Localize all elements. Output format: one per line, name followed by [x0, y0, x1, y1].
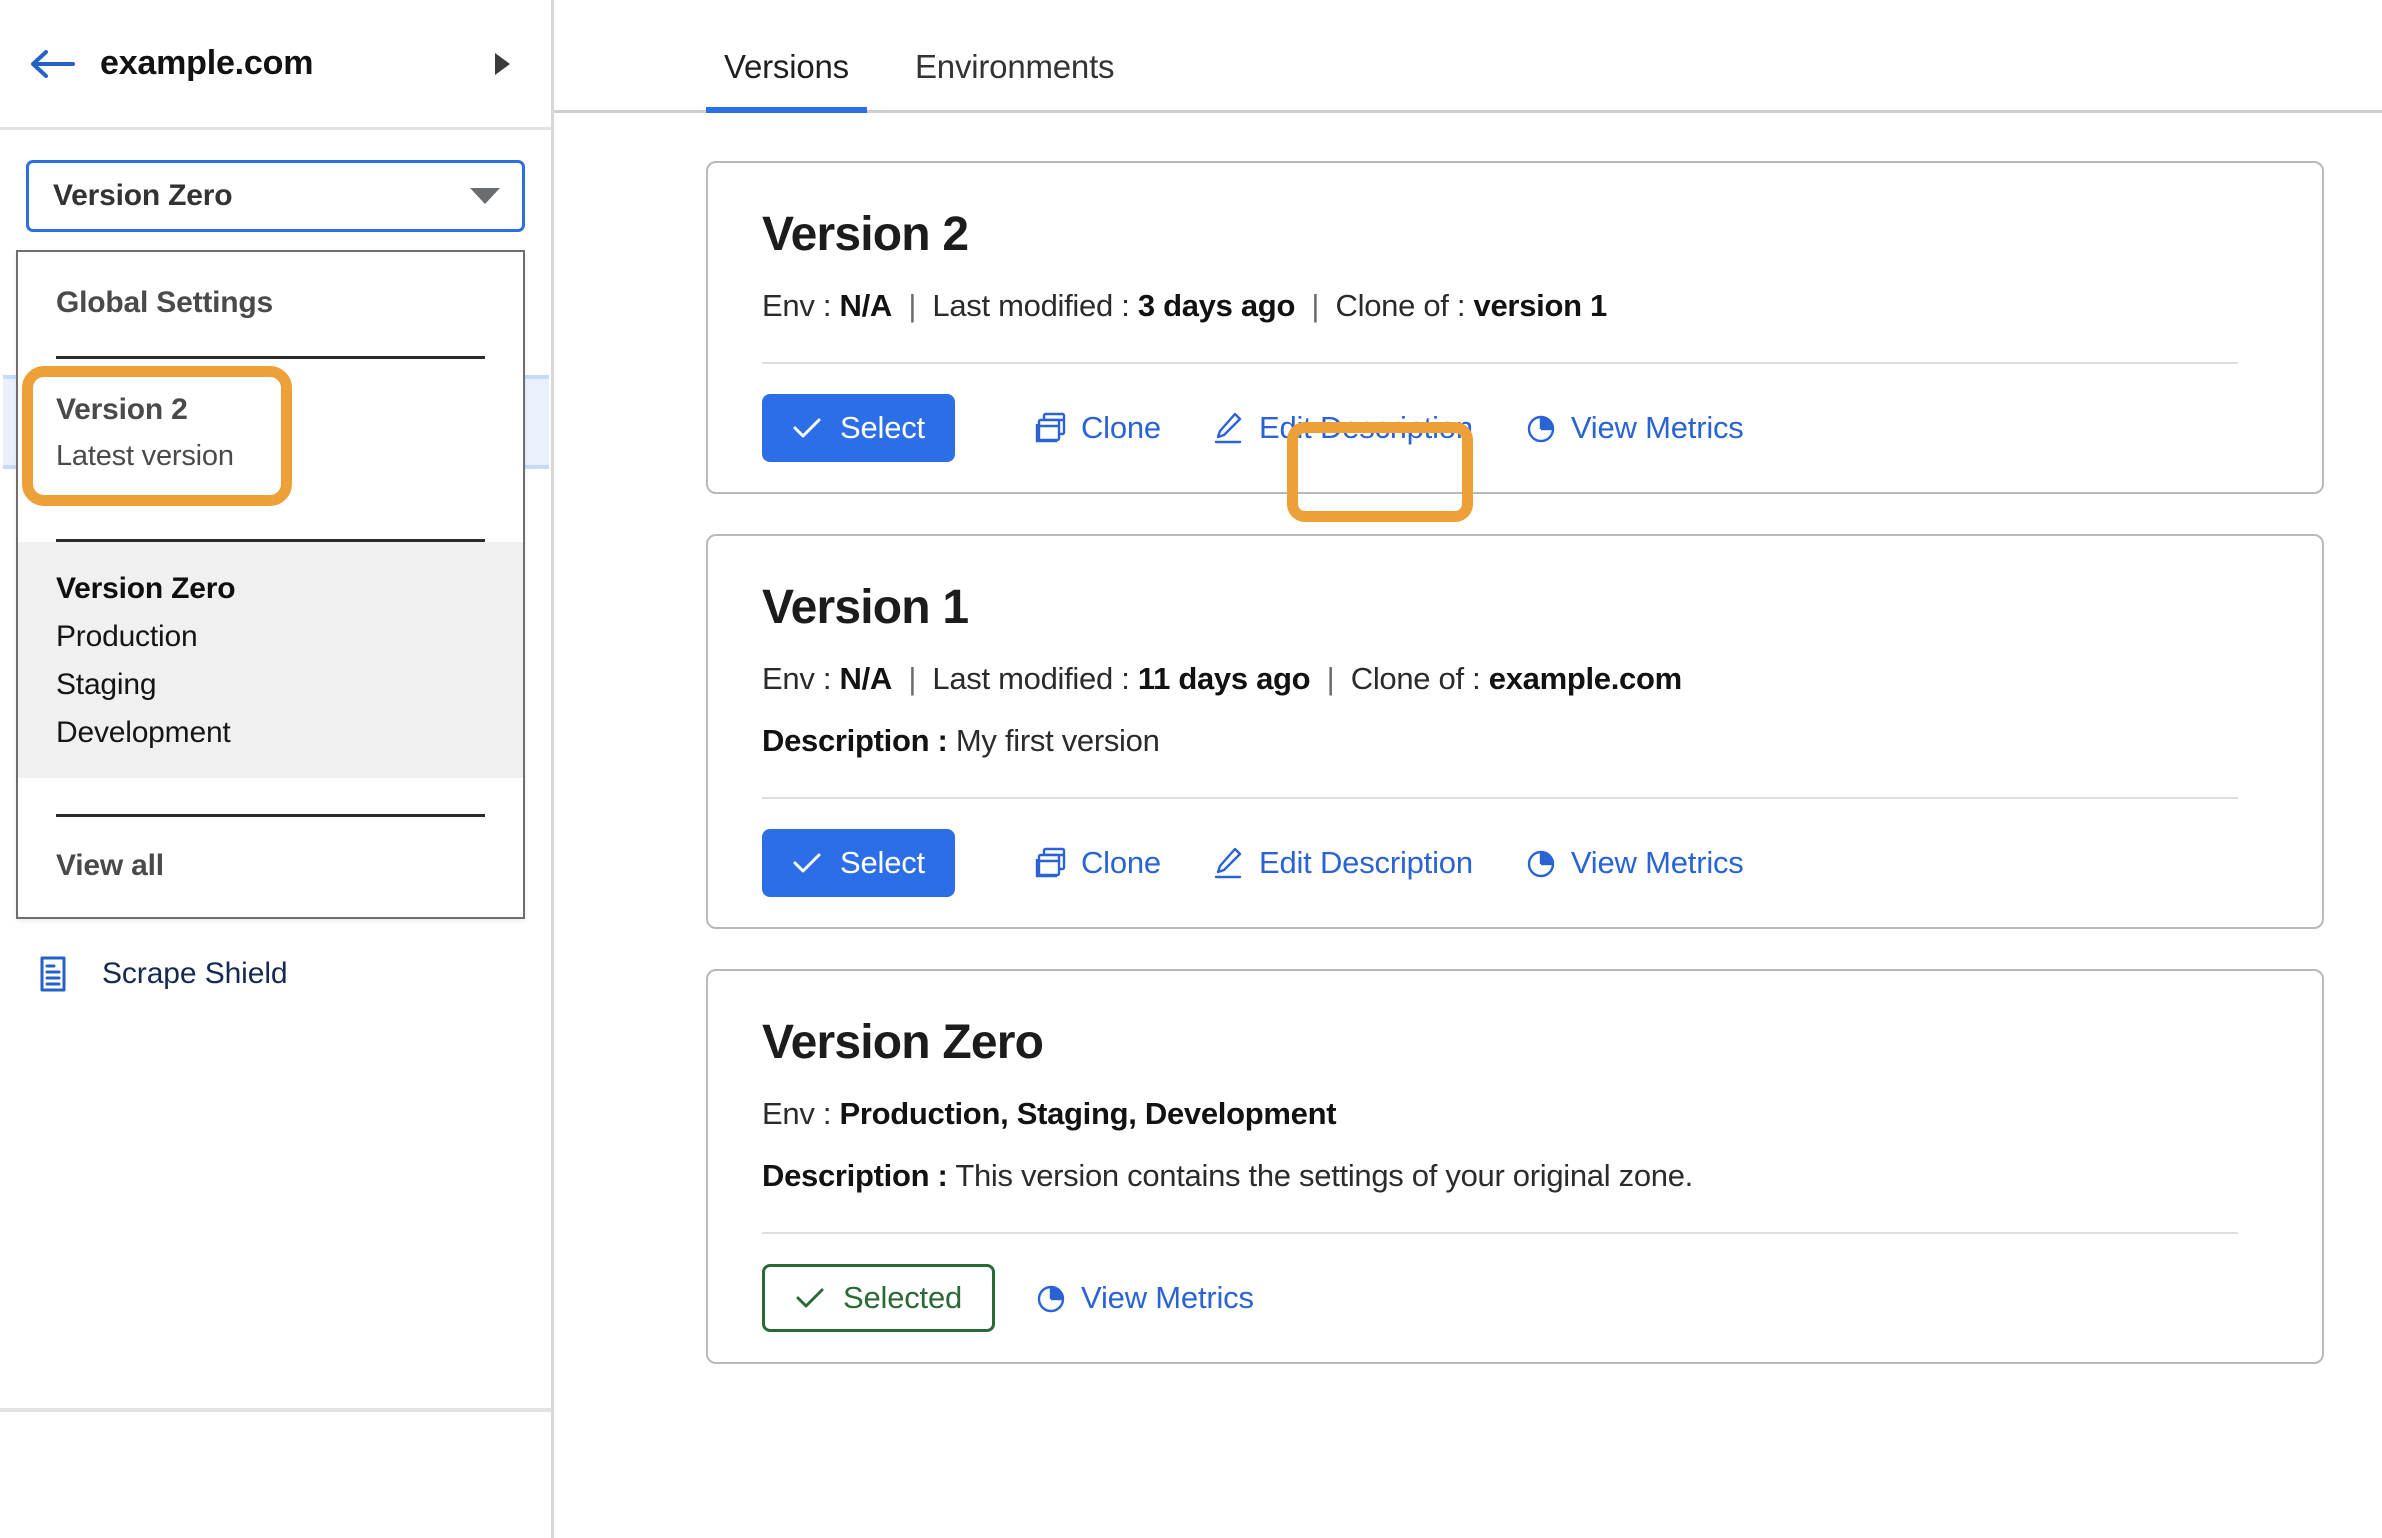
pie-chart-icon	[1525, 411, 1557, 445]
version-card: Version 1 Env : N/A | Last modified : 11…	[706, 534, 2324, 929]
check-icon	[792, 851, 822, 875]
last-modified-label: Last modified :	[932, 661, 1129, 696]
pencil-icon	[1213, 411, 1245, 445]
pie-chart-icon	[1035, 1281, 1067, 1315]
main-content: Versions Environments Version 2 Env : N/…	[554, 0, 2382, 1538]
view-metrics-button[interactable]: View Metrics	[1525, 410, 1744, 446]
card-description: Description : My first version	[762, 723, 2268, 759]
card-actions: Select Clone	[762, 799, 2268, 927]
version-selector[interactable]: Version Zero	[26, 160, 525, 232]
last-modified-label: Last modified :	[932, 288, 1129, 323]
pencil-icon	[1213, 846, 1245, 880]
sidebar-item-label: Scrape Shield	[102, 957, 287, 991]
description-label: Description :	[762, 1158, 948, 1193]
description-label: Description :	[762, 723, 948, 758]
card-description: Description : This version contains the …	[762, 1158, 2268, 1194]
meta-separator: |	[1303, 288, 1327, 323]
meta-separator: |	[900, 288, 924, 323]
sidebar-item-scrape-shield[interactable]: Scrape Shield	[0, 928, 551, 1020]
card-actions: Select Clone	[762, 364, 2268, 492]
tab-versions[interactable]: Versions	[706, 48, 867, 110]
card-title: Version Zero	[762, 1015, 2268, 1070]
clone-button[interactable]: Clone	[1035, 410, 1161, 446]
selected-button[interactable]: Selected	[762, 1264, 995, 1332]
clone-label: Clone	[1081, 410, 1161, 446]
view-metrics-label: View Metrics	[1571, 845, 1744, 881]
card-meta: Env : N/A | Last modified : 11 days ago …	[762, 661, 2268, 697]
version-card: Version 2 Env : N/A | Last modified : 3 …	[706, 161, 2324, 494]
view-metrics-label: View Metrics	[1081, 1280, 1254, 1316]
copy-windows-icon	[1035, 411, 1067, 445]
description-value: My first version	[956, 723, 1160, 758]
description-value: This version contains the settings of yo…	[955, 1158, 1693, 1193]
card-title: Version 2	[762, 207, 2268, 262]
tab-environments[interactable]: Environments	[897, 48, 1132, 110]
last-modified-value: 3 days ago	[1138, 288, 1295, 323]
dropdown-item-title: Version 2	[56, 393, 485, 427]
zone-header: example.com	[0, 0, 551, 130]
clone-of-label: Clone of :	[1336, 288, 1466, 323]
check-icon	[795, 1286, 825, 1310]
dropdown-global-settings-section[interactable]: Global Settings	[18, 252, 523, 320]
view-metrics-label: View Metrics	[1571, 410, 1744, 446]
env-value: N/A	[839, 661, 892, 696]
clone-of-value: version 1	[1474, 288, 1607, 323]
zone-name: example.com	[100, 44, 313, 83]
arrow-left-icon[interactable]	[26, 38, 78, 90]
env-value: Production, Staging, Development	[839, 1096, 1336, 1131]
dropdown-env-staging: Staging	[56, 668, 485, 702]
copy-windows-icon	[1035, 846, 1067, 880]
selected-button-label: Selected	[843, 1280, 962, 1316]
dropdown-env-production: Production	[56, 620, 485, 654]
version-dropdown-menu: Global Settings Version 2 Latest version…	[16, 250, 525, 919]
view-metrics-button[interactable]: View Metrics	[1035, 1280, 1254, 1316]
clone-label: Clone	[1081, 845, 1161, 881]
tab-bar: Versions Environments	[554, 0, 2382, 113]
env-label: Env :	[762, 288, 831, 323]
dropdown-group-title: Version Zero	[56, 572, 485, 606]
clone-of-value: example.com	[1489, 661, 1682, 696]
pie-chart-icon	[1525, 846, 1557, 880]
select-button[interactable]: Select	[762, 394, 955, 462]
edit-description-button[interactable]: Edit Description	[1213, 845, 1473, 881]
edit-description-label: Edit Description	[1259, 410, 1473, 446]
clone-button[interactable]: Clone	[1035, 845, 1161, 881]
chevron-down-icon	[470, 188, 500, 204]
dropdown-global-settings-label: Global Settings	[56, 286, 485, 320]
version-selector-value: Version Zero	[53, 179, 232, 213]
dropdown-item-subtitle: Latest version	[56, 440, 485, 473]
select-button-label: Select	[840, 845, 925, 881]
check-icon	[792, 416, 822, 440]
meta-separator: |	[1319, 661, 1343, 696]
card-actions: Selected View Metrics	[762, 1234, 2268, 1362]
card-meta: Env : N/A | Last modified : 3 days ago |…	[762, 288, 2268, 324]
last-modified-value: 11 days ago	[1138, 661, 1310, 696]
select-button[interactable]: Select	[762, 829, 955, 897]
clone-of-label: Clone of :	[1351, 661, 1481, 696]
view-metrics-button[interactable]: View Metrics	[1525, 845, 1744, 881]
app-root: example.com Version Zero	[0, 0, 2382, 1538]
sidebar-divider	[0, 1408, 551, 1412]
env-value: N/A	[839, 288, 892, 323]
select-button-label: Select	[840, 410, 925, 446]
version-card: Version Zero Env : Production, Staging, …	[706, 969, 2324, 1364]
dropdown-env-development: Development	[56, 716, 485, 750]
meta-separator: |	[900, 661, 924, 696]
env-label: Env :	[762, 661, 831, 696]
sidebar: example.com Version Zero	[0, 0, 554, 1538]
version-card-list: Version 2 Env : N/A | Last modified : 3 …	[554, 113, 2382, 1364]
triangle-right-icon[interactable]	[489, 51, 515, 77]
edit-description-button[interactable]: Edit Description	[1213, 410, 1473, 446]
card-meta: Env : Production, Staging, Development	[762, 1096, 2268, 1132]
dropdown-item-version-2[interactable]: Version 2 Latest version	[18, 359, 523, 503]
edit-description-label: Edit Description	[1259, 845, 1473, 881]
env-label: Env :	[762, 1096, 831, 1131]
card-title: Version 1	[762, 580, 2268, 635]
dropdown-view-all-button[interactable]: View all	[18, 817, 523, 917]
dropdown-item-version-zero[interactable]: Version Zero Production Staging Developm…	[18, 542, 523, 778]
document-icon	[30, 951, 76, 997]
